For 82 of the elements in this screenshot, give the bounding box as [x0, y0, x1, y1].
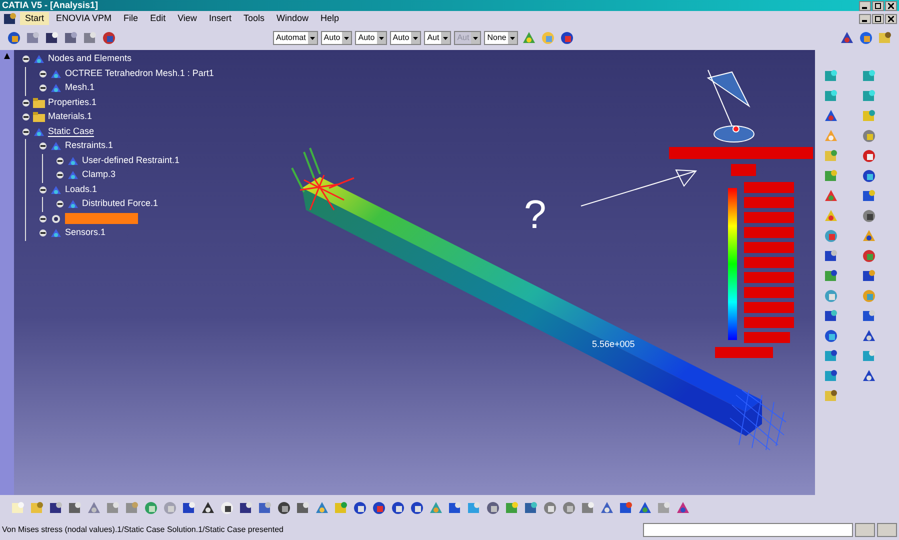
menu-item[interactable]: File — [118, 12, 144, 25]
command-input-field[interactable] — [643, 523, 853, 537]
expander-icon[interactable] — [22, 113, 30, 122]
window-title: CATIA V5 - [Analysis1] — [2, 1, 98, 10]
expander-icon[interactable] — [39, 229, 47, 238]
restore-icon — [875, 16, 881, 22]
menu-item[interactable]: Edit — [145, 12, 171, 25]
legend-label-bar — [744, 242, 794, 253]
expander-icon[interactable] — [22, 98, 30, 107]
status-text: Von Mises stress (nodal values).1/Static Case Solution.1/Static Case presented — [2, 526, 284, 534]
close-icon — [888, 2, 894, 8]
tree-item[interactable]: Sensors.1 — [65, 228, 106, 238]
caret-icon — [471, 32, 480, 44]
expander-icon[interactable] — [39, 70, 47, 78]
restore-button[interactable] — [872, 0, 884, 10]
dropdown[interactable]: Aut — [424, 31, 452, 45]
question-mark-annotation: ? — [524, 195, 546, 235]
close-icon — [888, 16, 894, 22]
expander-icon[interactable] — [39, 84, 47, 92]
legend-label-bar — [731, 164, 756, 176]
tree-item[interactable]: OCTREE Tetrahedron Mesh.1 : Part1 — [65, 68, 214, 79]
tree-item[interactable]: Nodes and Elements — [48, 54, 132, 64]
menu-item[interactable]: View — [172, 12, 202, 25]
dropdown[interactable]: Automat — [273, 31, 318, 45]
tree-item[interactable]: Static Case — [48, 126, 94, 137]
menu-item[interactable]: Help — [315, 12, 344, 25]
value-label: 5.56e+005 — [592, 340, 635, 349]
menu-item[interactable]: Insert — [204, 12, 236, 25]
input-button[interactable] — [877, 523, 897, 537]
legend-label-bar — [744, 317, 794, 328]
tree-item[interactable]: Clamp.3 — [82, 170, 116, 180]
close-button[interactable] — [885, 14, 897, 24]
input-button[interactable] — [855, 523, 875, 537]
legend-label-bar — [744, 182, 794, 193]
expander-icon[interactable] — [56, 156, 64, 165]
legend-label-bar — [715, 347, 773, 358]
caret-icon — [308, 32, 317, 44]
minimize-button[interactable] — [859, 0, 871, 10]
3d-viewport[interactable]: Nodes and Elements OCTREE Tetrahedron Mesh.1 : Part1 Mesh.1 Properties.1 Materials.1 Static Case Restraints.1 User-defined Restraint.1 Clamp.3 Loads.1 Distributed Force.1 Sensors.1 ? 5.56e+005 — [14, 50, 815, 495]
legend-label-bar — [744, 272, 794, 283]
dropdown[interactable]: None — [484, 31, 518, 45]
caret-icon — [508, 32, 518, 44]
tree-item[interactable]: User-defined Restraint.1 — [82, 156, 180, 166]
legend-label-bar — [744, 257, 794, 268]
expander-icon[interactable] — [56, 200, 64, 208]
tree-item[interactable]: Restraints.1 — [65, 141, 114, 152]
tree-item[interactable]: Materials.1 — [48, 112, 92, 122]
minimize-icon — [862, 6, 867, 8]
restore-button[interactable] — [872, 14, 884, 24]
expander-icon[interactable] — [39, 186, 47, 194]
tree-item[interactable]: Mesh.1 — [65, 83, 95, 94]
legend-label-bar — [744, 302, 794, 313]
legend-label-bar — [744, 332, 790, 343]
caret-icon — [441, 32, 450, 44]
expander-icon[interactable] — [39, 142, 47, 150]
caret-icon — [342, 32, 352, 44]
caret-icon — [376, 32, 386, 44]
dropdown[interactable]: Auto — [355, 31, 387, 45]
expander-icon[interactable] — [22, 128, 30, 136]
menu-item[interactable]: Start — [20, 12, 50, 25]
dropdown[interactable]: Auto — [390, 31, 422, 45]
tree-item[interactable]: Properties.1 — [48, 98, 97, 108]
legend-label-bar — [744, 212, 794, 223]
tree-scrollbar[interactable] — [0, 50, 14, 495]
menu-item[interactable]: Tools — [238, 12, 270, 25]
close-button[interactable] — [885, 0, 897, 10]
dropdown[interactable]: Auto — [320, 31, 352, 45]
up-arrow-icon[interactable] — [3, 52, 11, 60]
expander-icon[interactable] — [56, 171, 64, 180]
tree-item[interactable]: Loads.1 — [65, 184, 98, 195]
caret-icon — [411, 32, 420, 44]
menu-item[interactable]: Window — [271, 12, 314, 25]
legend-label-bar — [744, 197, 794, 208]
tree-item[interactable]: Distributed Force.1 — [82, 199, 158, 210]
restore-icon — [875, 2, 881, 8]
legend-label-bar — [744, 287, 794, 298]
expander-icon[interactable] — [22, 55, 30, 64]
minimize-icon — [862, 20, 867, 22]
minimize-button[interactable] — [859, 14, 871, 24]
expander-icon[interactable] — [39, 214, 47, 223]
legend-label-bar — [744, 227, 794, 238]
menu-item[interactable]: ENOVIA VPM — [51, 12, 117, 25]
